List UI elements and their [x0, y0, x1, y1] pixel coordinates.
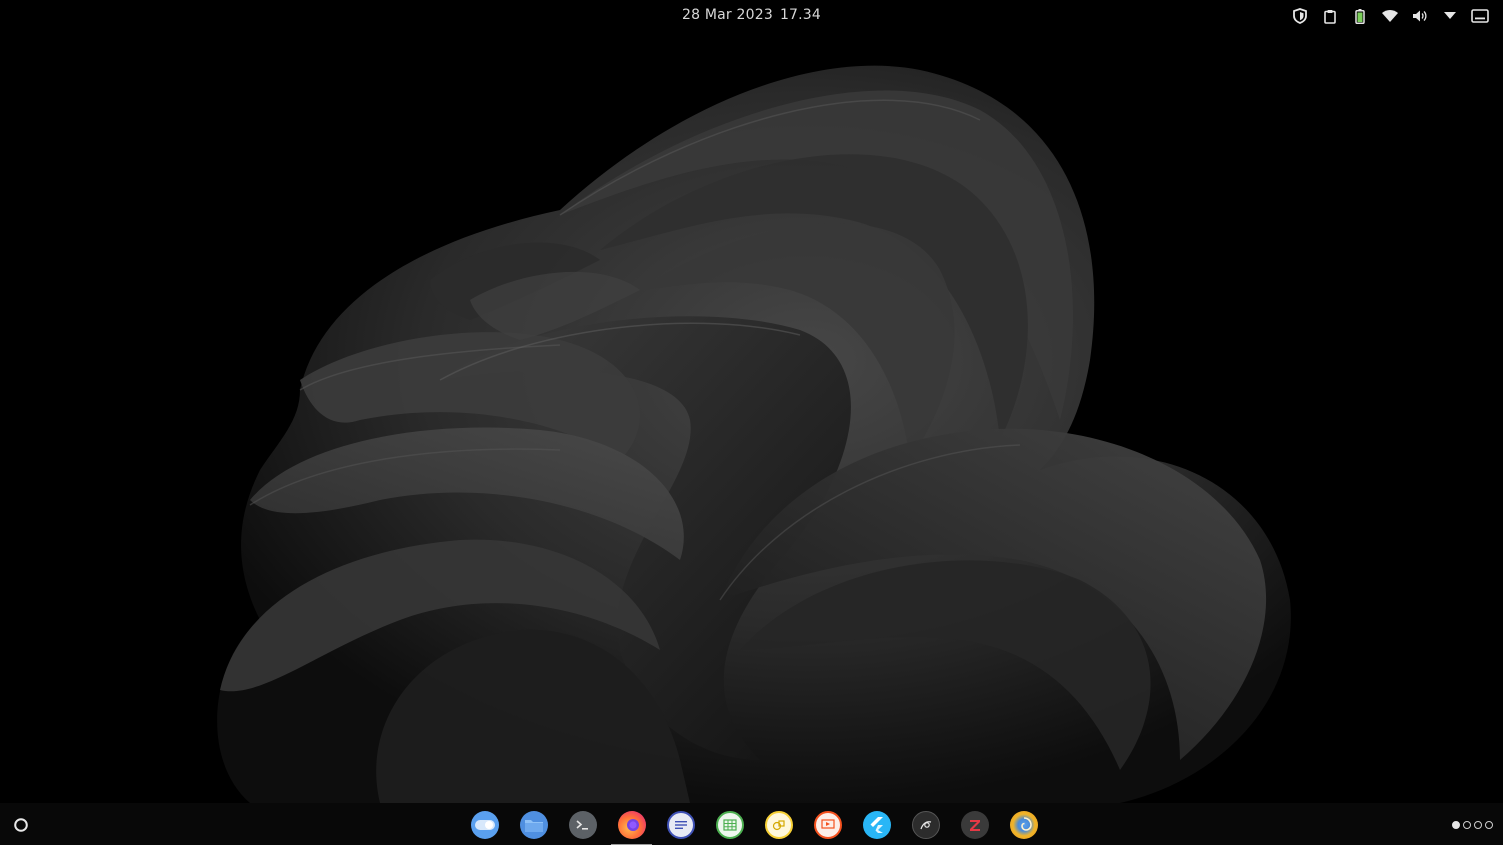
- dock-app-firefox[interactable]: [607, 808, 656, 845]
- wallpaper: [217, 65, 1291, 803]
- photos-icon: [1009, 811, 1038, 839]
- clock-date: 28 Mar 2023: [681, 7, 773, 23]
- drawing-icon: [764, 811, 793, 839]
- spreadsheet-icon: [715, 811, 744, 839]
- dock-app-files[interactable]: [509, 808, 558, 842]
- firefox-icon: [617, 811, 646, 839]
- dock-app-flutter[interactable]: [852, 808, 901, 842]
- workspace-indicator-4[interactable]: [1485, 821, 1493, 829]
- workspace-indicator-1[interactable]: [1452, 821, 1460, 829]
- wifi-icon[interactable]: [1375, 6, 1405, 26]
- clock[interactable]: 28 Mar 2023 17.34: [0, 7, 1503, 23]
- chevron-down-icon[interactable]: [1435, 6, 1465, 26]
- dock-app-drawing[interactable]: [754, 808, 803, 842]
- dock-app-spreadsheet[interactable]: [705, 808, 754, 842]
- zotero-icon: [960, 811, 989, 839]
- workspace-switcher: [1452, 821, 1493, 829]
- dock-app-photos[interactable]: [999, 808, 1048, 842]
- dock-app-presentation[interactable]: [803, 808, 852, 842]
- text-editor-icon: [666, 811, 695, 839]
- circle-launcher-icon[interactable]: [10, 814, 32, 836]
- blender-icon: [911, 811, 940, 839]
- dock-app-settings[interactable]: [460, 808, 509, 842]
- dock: [0, 803, 1503, 845]
- files-icon: [519, 811, 548, 839]
- system-tray: [1285, 6, 1495, 26]
- dock-app-terminal[interactable]: [558, 808, 607, 842]
- volume-icon[interactable]: [1405, 6, 1435, 26]
- dock-app-text-editor[interactable]: [656, 808, 705, 842]
- top-panel: 28 Mar 2023 17.34: [0, 0, 1503, 32]
- battery-icon[interactable]: [1345, 6, 1375, 26]
- terminal-icon: [568, 811, 597, 839]
- desktop: 28 Mar 2023 17.34: [0, 0, 1503, 845]
- dock-app-blender[interactable]: [901, 808, 950, 842]
- keyboard-icon[interactable]: [1465, 6, 1495, 26]
- clipboard-icon[interactable]: [1315, 6, 1345, 26]
- dock-app-zotero[interactable]: [950, 808, 999, 842]
- presentation-icon: [813, 811, 842, 839]
- flutter-icon: [862, 811, 891, 839]
- toggle-settings-icon: [470, 811, 499, 839]
- shield-icon[interactable]: [1285, 6, 1315, 26]
- workspace-indicator-3[interactable]: [1474, 821, 1482, 829]
- clock-time: 17.34: [779, 7, 822, 23]
- workspace-indicator-2[interactable]: [1463, 821, 1471, 829]
- dock-apps: [460, 808, 1048, 845]
